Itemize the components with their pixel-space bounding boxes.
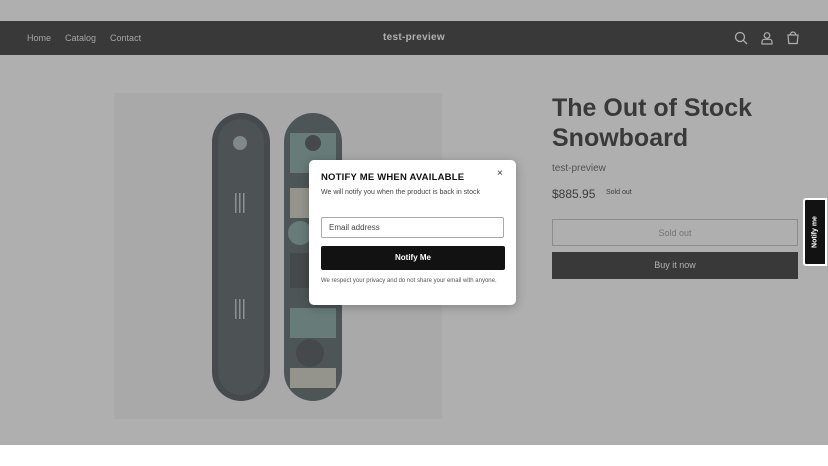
privacy-note: We respect your privacy and do not share… xyxy=(321,278,497,284)
notify-modal: NOTIFY ME WHEN AVAILABLE × We will notif… xyxy=(309,160,516,305)
bottom-strip xyxy=(0,445,828,466)
close-icon[interactable]: × xyxy=(497,168,503,179)
modal-title: NOTIFY ME WHEN AVAILABLE xyxy=(321,172,465,183)
notify-me-button[interactable]: Notify Me xyxy=(321,246,505,270)
notify-me-tab-label: Notify me xyxy=(811,216,819,248)
email-field[interactable] xyxy=(321,217,504,238)
modal-description: We will notify you when the product is b… xyxy=(321,189,481,196)
notify-me-tab[interactable]: Notify me xyxy=(803,198,827,266)
